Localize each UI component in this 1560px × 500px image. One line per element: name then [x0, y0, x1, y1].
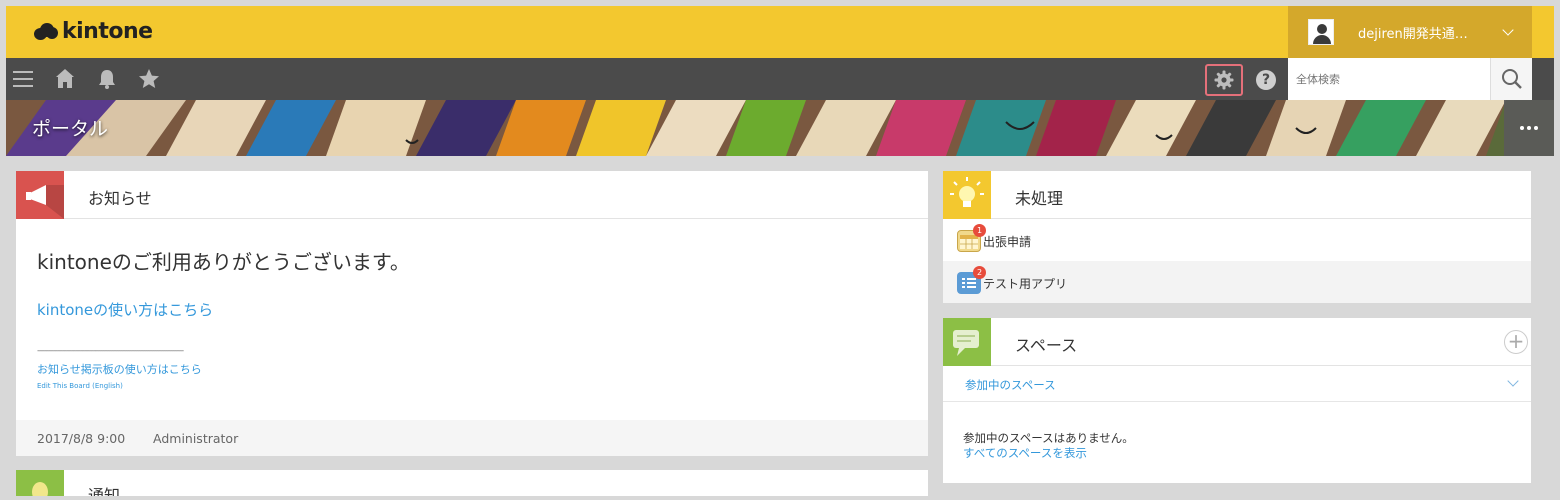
pending-header: 未処理 — [943, 171, 1531, 219]
notice-title: お知らせ — [88, 189, 152, 208]
top-header: kintone dejiren開発共通… — [6, 6, 1554, 58]
separator-line: ----------------------------------------… — [37, 346, 184, 356]
user-name: dejiren開発共通… — [1358, 26, 1468, 42]
notice-panel: お知らせ kintoneのご利用ありがとうございます。 kintoneの使い方は… — [16, 171, 928, 456]
bell-icon[interactable] — [95, 67, 119, 91]
chevron-down-icon — [1507, 375, 1519, 387]
chevron-down-icon — [1502, 23, 1514, 36]
space-header: スペース + — [943, 318, 1531, 366]
notice-author[interactable]: Administrator — [153, 431, 238, 446]
lightbulb-notify-icon — [16, 470, 64, 496]
notifications-title: 通知 — [88, 486, 121, 496]
speech-bubble-icon — [943, 318, 991, 366]
pending-item-label: テスト用アプリ — [983, 277, 1068, 291]
home-icon[interactable] — [53, 67, 77, 91]
notice-date: 2017/8/8 9:00 — [37, 431, 126, 446]
more-dots-icon — [1520, 126, 1524, 130]
lightbulb-icon — [943, 171, 991, 219]
edit-board-link[interactable]: Edit This Board (English) — [37, 382, 123, 390]
howto-link[interactable]: kintoneの使い方はこちら — [37, 299, 213, 320]
space-title: スペース — [1015, 336, 1078, 355]
show-all-spaces-link[interactable]: すべてのスペースを表示 — [963, 445, 1087, 461]
notifications-panel: 通知 — [16, 470, 928, 496]
space-panel: スペース + 参加中のスペース 参加中のスペースはありません。 すべてのスペース… — [943, 318, 1531, 483]
empty-space-message: 参加中のスペースはありません。 — [963, 431, 1134, 445]
board-howto-link[interactable]: お知らせ掲示板の使い方はこちら — [37, 361, 202, 377]
gear-icon — [1214, 70, 1234, 90]
help-icon[interactable]: ? — [1256, 70, 1276, 90]
cloud-logo-icon — [34, 22, 58, 41]
settings-button[interactable] — [1205, 64, 1243, 96]
notice-header: お知らせ — [16, 171, 928, 219]
joined-spaces-toggle[interactable]: 参加中のスペース — [943, 366, 1531, 402]
portal-options-button[interactable] — [1504, 100, 1554, 156]
add-space-button[interactable]: + — [1504, 330, 1528, 354]
page-title: ポータル — [32, 118, 109, 140]
colored-pencils-image — [6, 100, 1554, 156]
pending-item-label: 出張申請 — [983, 235, 1032, 249]
user-menu[interactable]: dejiren開発共通… — [1288, 6, 1532, 58]
menu-icon[interactable] — [12, 67, 36, 91]
pending-panel: 未処理 1 出張申請 2 テスト用アプリ — [943, 171, 1531, 303]
search-icon — [1502, 69, 1522, 89]
logo-text: kintone — [62, 19, 153, 44]
pending-title: 未処理 — [1015, 189, 1064, 208]
welcome-message: kintoneのご利用ありがとうございます。 — [37, 250, 410, 274]
toolbar: ? — [6, 58, 1554, 100]
kintone-window: kintone dejiren開発共通… ? 全体検索 ポータル お知らせ ki… — [6, 6, 1554, 496]
avatar — [1308, 19, 1334, 45]
search-button[interactable] — [1490, 58, 1532, 100]
pending-item-1[interactable]: 2 テスト用アプリ — [943, 261, 1531, 303]
notice-footer: 2017/8/8 9:00 Administrator — [16, 420, 928, 456]
pending-item-0[interactable]: 1 出張申請 — [943, 219, 1531, 261]
portal-banner: ポータル — [6, 100, 1554, 156]
kintone-logo[interactable]: kintone — [34, 19, 153, 44]
global-search-input[interactable] — [1288, 58, 1490, 100]
megaphone-icon — [16, 171, 64, 219]
joined-spaces-label: 参加中のスペース — [965, 378, 1056, 392]
star-icon[interactable] — [137, 67, 161, 91]
